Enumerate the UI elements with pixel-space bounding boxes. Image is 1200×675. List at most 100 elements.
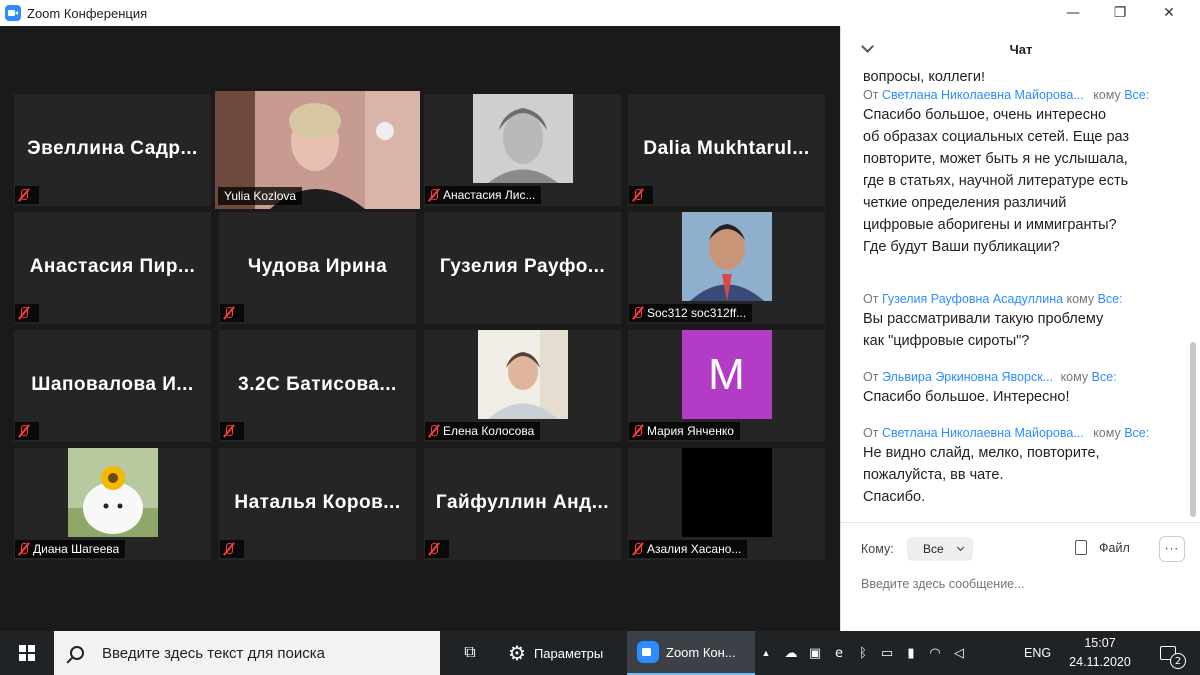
participant-label-text: Елена Колосова — [443, 424, 535, 438]
chat-recipient[interactable]: Все: — [1124, 88, 1149, 102]
system-clock[interactable]: 15:07 24.11.2020 — [1060, 634, 1140, 672]
cloud-icon[interactable]: ☁ — [780, 631, 802, 675]
participant-name: Гузелия Рауфо... — [439, 256, 606, 277]
participant-label-text: Азалия Хасано... — [647, 542, 742, 556]
chat-recipient[interactable]: Все: — [1092, 370, 1117, 384]
start-button[interactable] — [0, 631, 54, 675]
close-button[interactable]: ✕ — [1146, 0, 1192, 26]
zoom-logo-icon — [5, 5, 21, 21]
participant-tile[interactable]: Анастасия Пир... — [14, 212, 211, 324]
system-tray: ☁ ▣ e ᛒ ▭ ▮ ◠ ◁ — [780, 631, 972, 675]
chat-message: От Светлана Николаевна Майорова... кому … — [863, 426, 1183, 508]
participant-tile[interactable]: Анастасия Лис... — [424, 94, 621, 206]
file-button[interactable]: Файл — [1075, 540, 1130, 555]
mic-muted-icon — [15, 540, 33, 558]
chat-sender[interactable]: Гузелия Рауфовна Асадуллина — [882, 292, 1063, 306]
windows-taskbar: Введите здесь текст для поиска ⧉ ⚙ Парам… — [0, 631, 1200, 675]
clock-date: 24.11.2020 — [1069, 655, 1131, 669]
notification-count: 2 — [1170, 653, 1186, 669]
taskbar-search[interactable]: Введите здесь текст для поиска — [54, 631, 440, 675]
mic-muted-icon — [15, 304, 33, 322]
bluetooth-icon[interactable]: ᛒ — [852, 631, 874, 675]
mic-muted-icon — [629, 422, 647, 440]
participant-tile[interactable]: Чудова Ирина — [219, 212, 416, 324]
participant-name: Шаповалова И... — [31, 374, 194, 395]
participant-label: Анастасия Лис... — [425, 186, 542, 204]
recipient-select[interactable]: Все — [907, 537, 973, 561]
chat-sender[interactable]: Светлана Николаевна Майорова... — [882, 88, 1084, 102]
mic-muted-icon — [425, 422, 443, 440]
participant-photo — [477, 330, 568, 419]
camera-icon[interactable]: ▭ — [876, 631, 898, 675]
more-options-button[interactable]: ··· — [1159, 536, 1185, 562]
chat-recipient[interactable]: Все: — [1098, 292, 1123, 306]
participant-label: Мария Янченко — [629, 422, 740, 440]
chat-scrollbar[interactable] — [1189, 72, 1197, 522]
participant-tile[interactable]: M Мария Янченко — [628, 330, 825, 442]
minimize-button[interactable]: — — [1050, 0, 1096, 26]
chat-message-meta: От Светлана Николаевна Майорова... кому … — [863, 426, 1150, 440]
participant-tile[interactable]: Елена Колосова — [424, 330, 621, 442]
language-indicator[interactable]: ENG — [1024, 631, 1051, 675]
chevron-down-icon — [956, 543, 965, 552]
mic-muted-icon — [425, 186, 443, 204]
participant-tile[interactable]: Soc312 soc312ff... — [628, 212, 825, 324]
participant-tile-active-speaker[interactable]: Yulia Kozlova — [215, 91, 420, 209]
participant-label-text: Мария Янченко — [647, 424, 734, 438]
taskbar-app-zoom[interactable]: Zoom Кон... — [627, 631, 755, 675]
participant-label — [220, 540, 244, 558]
restore-button[interactable]: ❐ — [1097, 0, 1143, 26]
chat-scrollbar-thumb[interactable] — [1190, 342, 1196, 517]
participant-label: Елена Колосова — [425, 422, 541, 440]
participant-tile[interactable]: Шаповалова И... — [14, 330, 211, 442]
taskbar-search-placeholder: Введите здесь текст для поиска — [102, 644, 325, 662]
participant-label: Диана Шагеева — [15, 540, 126, 558]
participant-tile[interactable]: Гузелия Рауфо... — [424, 212, 621, 324]
participant-label-text: Yulia Kozlova — [224, 189, 297, 203]
participant-video-off — [681, 448, 772, 537]
chat-sender[interactable]: Эльвира Эркиновна Яворск... — [882, 370, 1053, 384]
edge-icon[interactable]: e — [828, 631, 850, 675]
participant-label-text: Диана Шагеева — [33, 542, 120, 556]
mic-muted-icon — [15, 422, 33, 440]
participant-name: Наталья Коров... — [234, 492, 401, 513]
notification-center-button[interactable]: 2 — [1150, 631, 1186, 675]
taskbar-app-settings[interactable]: ⚙ Параметры — [498, 631, 622, 675]
participant-name: Эвеллина Садр... — [27, 138, 198, 159]
chat-message-body: Вы рассматривали такую проблему как "циф… — [863, 311, 1104, 349]
collapse-chevron-icon[interactable] — [861, 40, 874, 53]
tray-overflow-button[interactable]: ▲ — [757, 631, 775, 675]
battery-icon[interactable]: ▮ — [900, 631, 922, 675]
chat-sender[interactable]: Светлана Николаевна Майорова... — [882, 426, 1084, 440]
wifi-icon[interactable]: ◠ — [924, 631, 946, 675]
participant-name: Чудова Ирина — [247, 256, 388, 277]
chat-title: Чат — [1009, 41, 1033, 57]
participant-label-text: Анастасия Лис... — [443, 188, 536, 202]
volume-icon[interactable]: ◁ — [948, 631, 970, 675]
file-icon — [1075, 540, 1087, 555]
chat-message-input[interactable] — [861, 573, 1181, 595]
participant-name: Анастасия Пир... — [29, 256, 196, 277]
chat-message-partial: вопросы, коллеги! — [863, 72, 985, 85]
chat-message: От Светлана Николаевна Майорова... кому … — [863, 88, 1183, 258]
chat-message-meta: От Гузелия Рауфовна Асадуллина кому Все: — [863, 292, 1123, 306]
participant-name: 3.2С Батисова... — [238, 374, 397, 395]
participant-tile[interactable]: Диана Шагеева — [14, 448, 211, 560]
participant-label: Азалия Хасано... — [629, 540, 748, 558]
window-controls: — ❐ ✕ — [840, 0, 1200, 26]
clock-time: 15:07 — [1084, 636, 1116, 650]
participant-tile[interactable]: Dalia Mukhtarul... — [628, 94, 825, 206]
chat-recipient[interactable]: Все: — [1124, 426, 1149, 440]
notification-icon: 2 — [1160, 646, 1186, 669]
participant-label — [425, 540, 449, 558]
zoom-tray-icon[interactable]: ▣ — [804, 631, 826, 675]
task-view-icon: ⧉ — [464, 644, 476, 661]
participant-tile[interactable]: 3.2С Батисова... — [219, 330, 416, 442]
participant-label: Yulia Kozlova — [218, 187, 303, 205]
task-view-button[interactable]: ⧉ — [450, 631, 490, 675]
participant-tile[interactable]: Азалия Хасано... — [628, 448, 825, 560]
participant-tile[interactable]: Эвеллина Садр... — [14, 94, 211, 206]
chat-message-list[interactable]: вопросы, коллеги! От Светлана Николаевна… — [841, 72, 1189, 522]
participant-tile[interactable]: Гайфуллин Анд... — [424, 448, 621, 560]
participant-tile[interactable]: Наталья Коров... — [219, 448, 416, 560]
